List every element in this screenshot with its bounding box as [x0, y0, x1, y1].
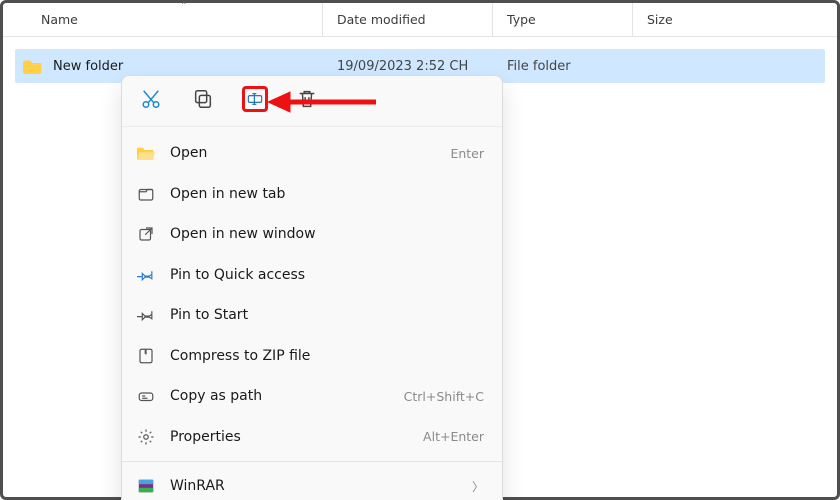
context-menu: Open Enter Open in new tab Open in new w…	[121, 75, 503, 500]
cut-button[interactable]	[138, 86, 164, 112]
menu-open-new-tab[interactable]: Open in new tab	[122, 174, 502, 215]
folder-open-icon	[136, 143, 156, 163]
file-name: New folder	[53, 59, 123, 74]
column-header-name[interactable]: Name ˄	[3, 3, 323, 36]
menu-compress-zip[interactable]: Compress to ZIP file	[122, 336, 502, 377]
rename-button[interactable]	[242, 86, 268, 112]
column-header-type[interactable]: Type	[493, 3, 633, 36]
menu-pin-start[interactable]: Pin to Start	[122, 295, 502, 336]
menu-shortcut: Enter	[450, 146, 484, 161]
menu-pin-quick-access[interactable]: Pin to Quick access	[122, 255, 502, 296]
column-header-size[interactable]: Size	[633, 3, 837, 36]
winrar-icon	[136, 476, 156, 496]
menu-winrar[interactable]: WinRAR 〉	[122, 466, 502, 500]
pin-icon	[136, 305, 156, 325]
properties-icon	[136, 427, 156, 447]
menu-copy-path[interactable]: Copy as path Ctrl+Shift+C	[122, 376, 502, 417]
menu-separator	[122, 461, 502, 462]
zip-icon	[136, 346, 156, 366]
menu-label: Open	[170, 145, 436, 161]
menu-shortcut: Ctrl+Shift+C	[404, 389, 484, 404]
copy-path-icon	[136, 386, 156, 406]
column-header-date[interactable]: Date modified	[323, 3, 493, 36]
file-date: 19/09/2023 2:52 CH	[323, 59, 493, 74]
column-label: Size	[647, 12, 673, 27]
delete-button[interactable]	[294, 86, 320, 112]
pin-icon	[136, 265, 156, 285]
menu-open-new-window[interactable]: Open in new window	[122, 214, 502, 255]
column-label: Type	[507, 12, 536, 27]
column-label: Date modified	[337, 12, 426, 27]
menu-label: Properties	[170, 429, 409, 445]
file-type: File folder	[493, 59, 633, 74]
external-window-icon	[136, 224, 156, 244]
menu-open[interactable]: Open Enter	[122, 133, 502, 174]
menu-label: WinRAR	[170, 478, 458, 494]
context-toolbar	[122, 76, 502, 127]
menu-label: Open in new window	[170, 226, 484, 242]
menu-label: Pin to Start	[170, 307, 484, 323]
tab-icon	[136, 184, 156, 204]
column-label: Name	[41, 12, 78, 27]
chevron-right-icon: 〉	[472, 478, 484, 495]
menu-label: Pin to Quick access	[170, 267, 484, 283]
menu-shortcut: Alt+Enter	[423, 429, 484, 444]
menu-label: Copy as path	[170, 388, 390, 404]
copy-button[interactable]	[190, 86, 216, 112]
menu-properties[interactable]: Properties Alt+Enter	[122, 417, 502, 458]
menu-label: Compress to ZIP file	[170, 348, 484, 364]
sort-indicator-icon: ˄	[181, 0, 187, 13]
folder-icon	[23, 58, 43, 74]
column-header-row: Name ˄ Date modified Type Size	[3, 3, 837, 37]
menu-label: Open in new tab	[170, 186, 484, 202]
